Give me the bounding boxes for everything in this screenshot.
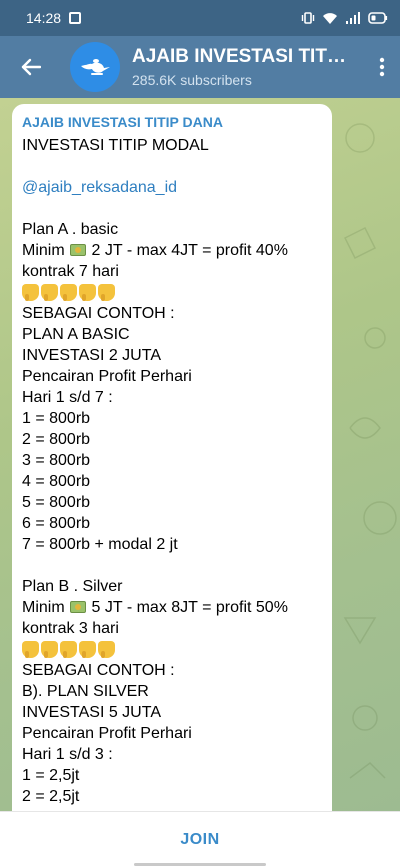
battery-icon <box>368 12 388 24</box>
message-line: Minim 5 JT - max 8JT = profit 50% <box>22 599 288 616</box>
message-line: Plan A . basic <box>22 221 119 238</box>
message-line: 4 = 800rb <box>22 473 91 490</box>
message-line: SEBAGAI CONTOH : <box>22 305 175 322</box>
pointing-down-icon <box>22 641 39 658</box>
pointing-down-icon <box>98 641 115 658</box>
money-icon <box>70 244 87 256</box>
subscriber-count: 285.6K subscribers <box>132 72 252 88</box>
message-line: 2 = 2,5jt <box>22 788 80 805</box>
pointing-down-icon <box>79 284 96 301</box>
channel-header: AJAIB INVESTASI TITI… 285.6K subscribers <box>0 36 400 98</box>
message-line <box>22 639 320 660</box>
message-line: kontrak 7 hari <box>22 263 119 280</box>
message-line: SEBAGAI CONTOH : <box>22 662 175 679</box>
message-line: Pencairan Profit Perhari <box>22 725 192 742</box>
magic-lamp-icon <box>81 59 110 75</box>
message-line: Hari 1 s/d 3 : <box>22 746 113 763</box>
wifi-icon <box>323 12 337 24</box>
join-button[interactable]: JOIN <box>180 831 219 849</box>
status-time: 14:28 <box>26 10 62 26</box>
message-bubble[interactable]: AJAIB INVESTASI TITIP DANA INVESTASI TIT… <box>12 104 332 811</box>
channel-avatar[interactable] <box>70 42 120 92</box>
mention-link[interactable]: @ajaib_reksadana_id <box>22 177 320 198</box>
pointing-down-icon <box>60 284 77 301</box>
message-line: 1 = 2,5jt <box>22 767 80 784</box>
message-line: 3 = 800rb <box>22 452 91 469</box>
message-line <box>22 198 320 219</box>
pointing-down-icon <box>79 641 96 658</box>
message-line: Pencairan Profit Perhari <box>22 368 192 385</box>
notification-icon <box>69 12 82 24</box>
status-bar: 14:28 <box>0 0 400 36</box>
money-icon <box>70 601 87 613</box>
message-line: 6 = 800rb <box>22 515 91 532</box>
more-options-button[interactable] <box>364 36 400 98</box>
message-line: 7 = 800rb + modal 2 jt <box>22 536 178 553</box>
vibrate-icon <box>301 12 315 24</box>
message-line: B). PLAN SILVER <box>22 683 149 700</box>
message-line: Minim 2 JT - max 4JT = profit 40% <box>22 242 288 259</box>
more-vertical-icon <box>379 57 385 77</box>
channel-title: AJAIB INVESTASI TITI… <box>132 46 350 67</box>
message-line: Hari 1 s/d 7 : <box>22 389 113 406</box>
back-arrow-icon <box>21 58 41 76</box>
join-bar: JOIN <box>0 811 400 867</box>
pointing-down-icon <box>41 284 58 301</box>
message-line: kontrak 3 hari <box>22 620 119 637</box>
message-line: Plan B . Silver <box>22 578 123 595</box>
message-line: INVESTASI 2 JUTA <box>22 347 161 364</box>
signal-icon <box>346 11 360 24</box>
message-line: 5 = 800rb <box>22 494 91 511</box>
message-line: INVESTASI 5 JUTA <box>22 704 161 721</box>
back-button[interactable] <box>0 36 62 98</box>
pointing-down-icon <box>22 284 39 301</box>
header-text[interactable]: AJAIB INVESTASI TITI… 285.6K subscribers <box>132 46 364 88</box>
status-icons <box>301 11 388 25</box>
message-line: 1 = 800rb <box>22 410 91 427</box>
message-body: INVESTASI TITIP MODAL @ajaib_reksadana_i… <box>22 135 320 807</box>
message-line: 2 = 800rb <box>22 431 91 448</box>
pointing-down-icon <box>60 641 77 658</box>
message-line: PLAN A BASIC <box>22 326 130 343</box>
chat-area[interactable]: AJAIB INVESTASI TITIP DANA INVESTASI TIT… <box>0 98 400 811</box>
message-line <box>22 282 320 303</box>
home-indicator <box>134 863 266 866</box>
message-sender[interactable]: AJAIB INVESTASI TITIP DANA <box>22 112 320 132</box>
message-line <box>22 156 320 177</box>
pointing-down-icon <box>98 284 115 301</box>
pointing-down-icon <box>41 641 58 658</box>
message-line: INVESTASI TITIP MODAL <box>22 137 209 154</box>
message-line <box>22 555 320 576</box>
